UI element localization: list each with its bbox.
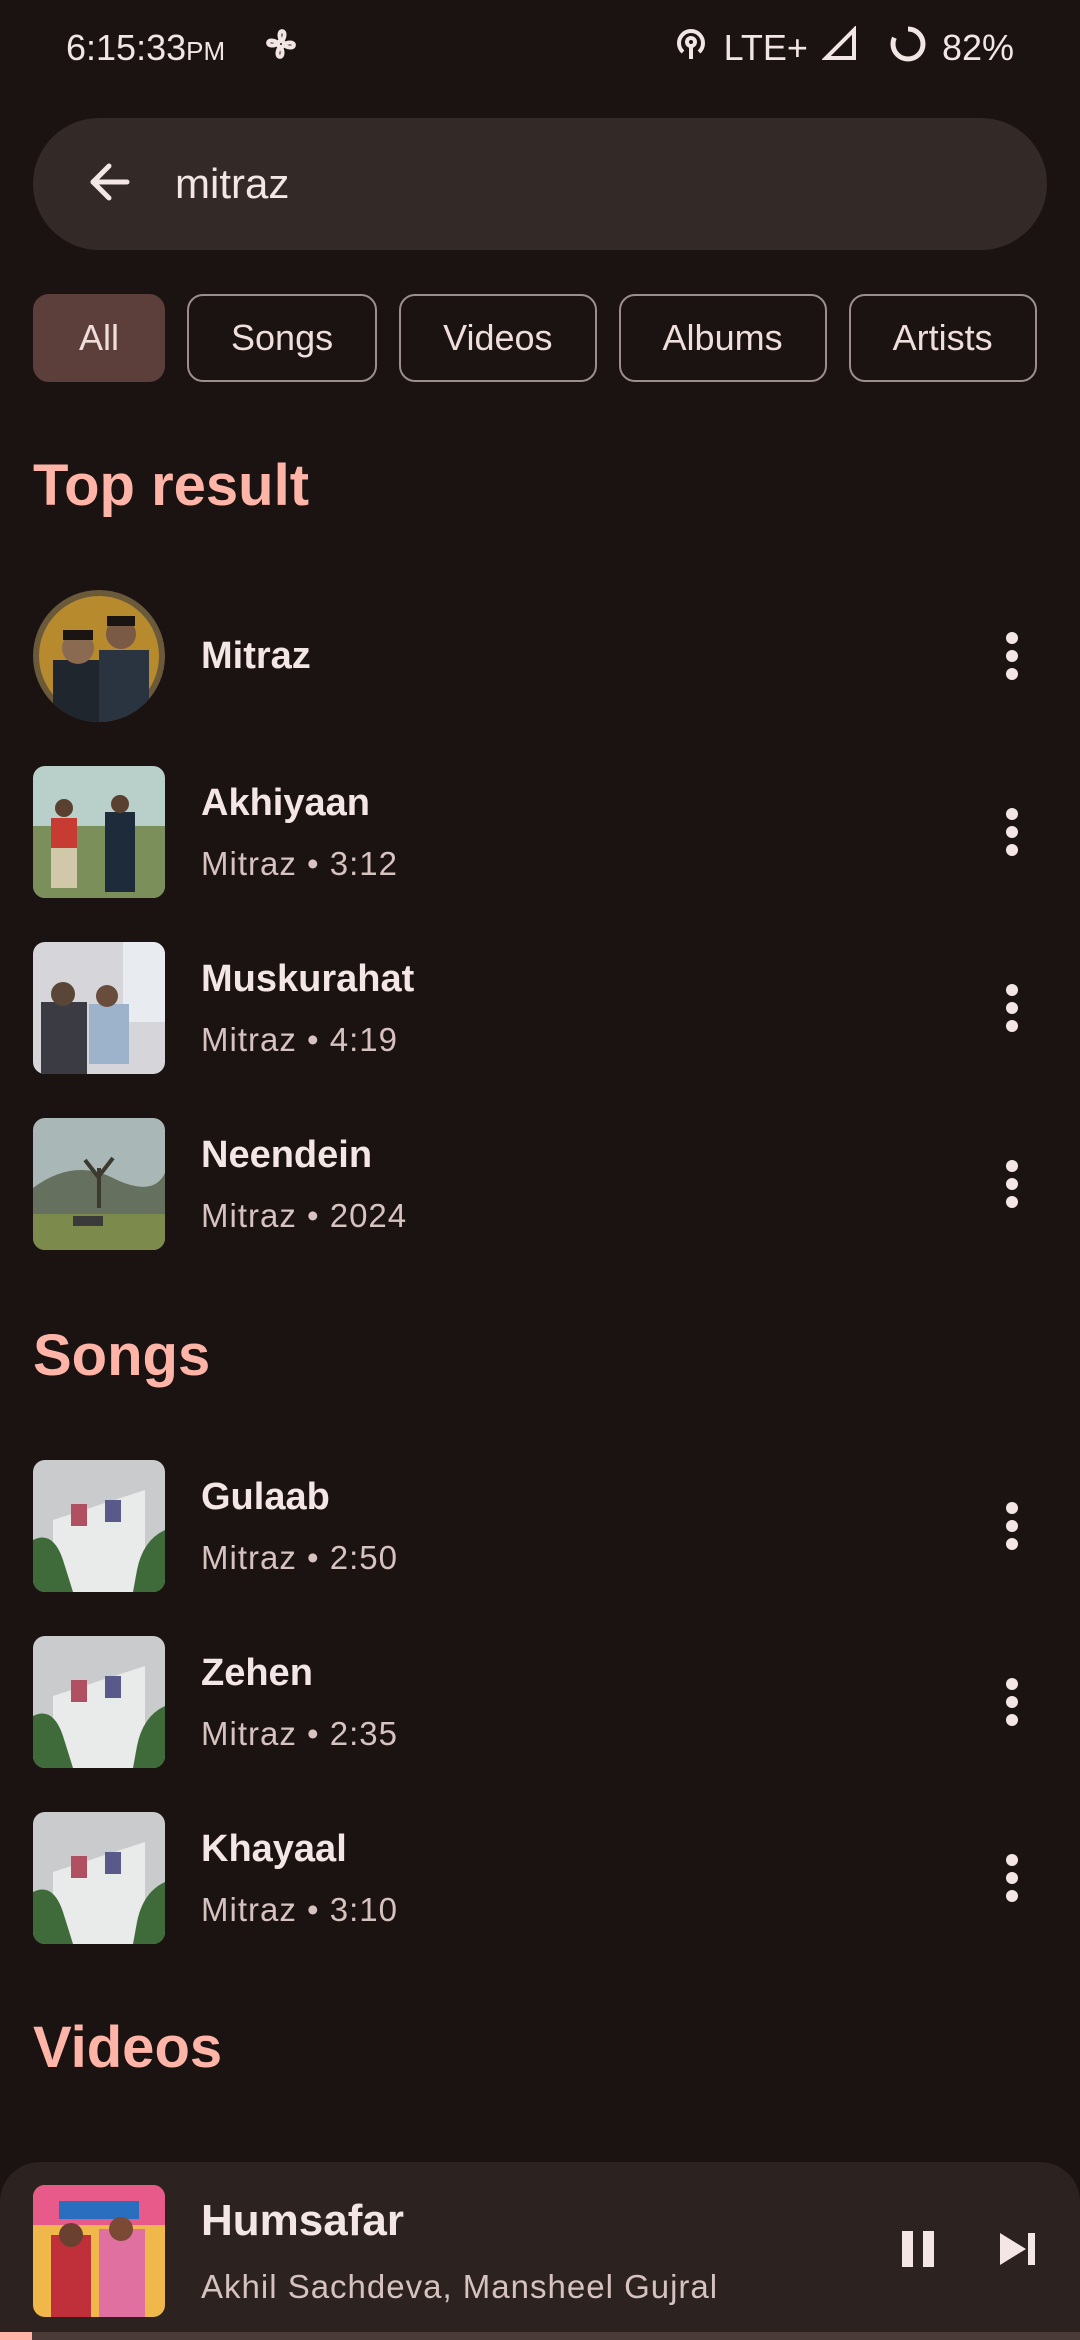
more-vert-icon[interactable] [977,1491,1047,1561]
item-subtitle: Mitraz • 3:10 [201,1890,398,1928]
list-item[interactable]: Khayaal Mitraz • 3:10 [33,1812,1047,1944]
album-art [33,766,165,898]
battery-icon [888,24,928,73]
status-time: 6:15:33PM [66,27,226,68]
search-results-page: 6:15:33PM LTE+ 82% mitraz All Songs Vide… [0,0,1080,2340]
more-vert-icon[interactable] [977,621,1047,691]
network-type: LTE+ [723,27,808,68]
item-title: Muskurahat [201,957,415,1000]
more-vert-icon[interactable] [977,1149,1047,1219]
section-title-videos: Videos [33,2015,223,2080]
item-title: Mitraz [201,634,311,677]
artist-avatar [33,590,165,722]
more-vert-icon[interactable] [977,797,1047,867]
item-title: Gulaab [201,1475,330,1518]
album-art [33,1812,165,1944]
fan-icon [261,24,301,73]
signal-icon [821,24,858,71]
status-bar: 6:15:33PM LTE+ 82% [0,0,1080,96]
arrow-left-icon[interactable] [83,155,137,214]
playback-progress[interactable] [0,2332,1080,2340]
item-title: Neendein [201,1133,373,1176]
section-title-songs: Songs [33,1323,211,1388]
now-playing-artist: Akhil Sachdeva, Mansheel Gujral [201,2268,719,2305]
item-subtitle: Mitraz • 2:35 [201,1714,398,1752]
more-vert-icon[interactable] [977,1667,1047,1737]
chip-all[interactable]: All [33,294,166,382]
album-art [33,1636,165,1768]
chip-artists[interactable]: Artists [848,294,1037,382]
album-art [33,1460,165,1592]
album-art [33,942,165,1074]
list-item[interactable]: Gulaab Mitraz • 2:50 [33,1460,1047,1592]
list-item[interactable]: Neendein Mitraz • 2024 [33,1118,1047,1250]
item-subtitle: Mitraz • 4:19 [201,1020,398,1058]
item-title: Khayaal [201,1827,347,1870]
chip-songs[interactable]: Songs [187,294,378,382]
hotspot-icon [672,25,710,72]
filter-chips: All Songs Videos Albums Artists [33,294,1037,382]
list-item[interactable]: Mitraz [33,590,1047,722]
chip-albums[interactable]: Albums [618,294,827,382]
item-subtitle: Mitraz • 3:12 [201,844,398,882]
list-item[interactable]: Zehen Mitraz • 2:35 [33,1636,1047,1768]
album-art [33,1118,165,1250]
search-bar[interactable]: mitraz [33,118,1047,250]
now-playing-art [33,2185,165,2317]
pause-icon[interactable] [898,2227,938,2276]
item-subtitle: Mitraz • 2024 [201,1196,408,1234]
skip-next-icon[interactable] [996,2227,1040,2276]
now-playing-title: Humsafar [201,2196,404,2245]
item-title: Akhiyaan [201,781,370,824]
more-vert-icon[interactable] [977,1843,1047,1913]
chip-videos[interactable]: Videos [399,294,597,382]
battery-level: 82% [941,27,1014,68]
list-item[interactable]: Akhiyaan Mitraz • 3:12 [33,766,1047,898]
item-title: Zehen [201,1651,313,1694]
list-item[interactable]: Muskurahat Mitraz • 4:19 [33,942,1047,1074]
item-subtitle: Mitraz • 2:50 [201,1538,398,1576]
more-vert-icon[interactable] [977,973,1047,1043]
section-title-top-result: Top result [33,453,310,518]
progress-fill [0,2332,33,2340]
search-input[interactable]: mitraz [175,160,289,208]
mini-player[interactable]: Humsafar Akhil Sachdeva, Mansheel Gujral [0,2162,1080,2340]
